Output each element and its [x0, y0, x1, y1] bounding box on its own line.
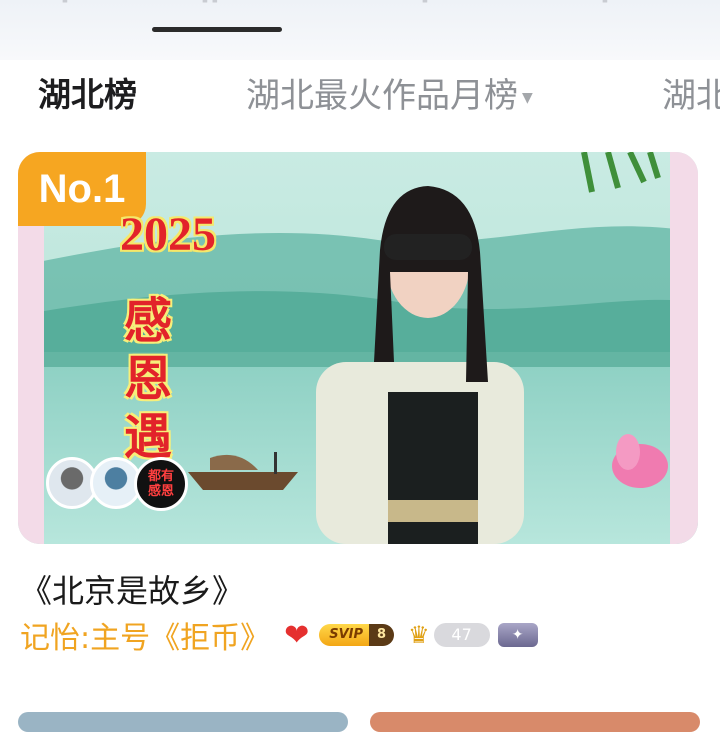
svip-badge: SVIP 8 [319, 624, 395, 646]
thumbnail-year-text: 2025 [120, 208, 216, 261]
top-tab-3[interactable]: · [420, 0, 430, 16]
heart-icon: ❤ [284, 617, 310, 653]
sub-tab-hubei-list[interactable]: 湖北榜 [38, 68, 137, 116]
dropdown-caret-icon: ▼ [522, 89, 533, 106]
feed-card-2-peek[interactable] [18, 712, 348, 732]
crown-icon: ♛ [408, 621, 430, 649]
top-nav-bar: · ·· · · [0, 0, 720, 60]
song-title[interactable]: 《北京是故乡》 [20, 566, 244, 612]
svip-level: 8 [369, 624, 395, 646]
fan-level-badge: 47 [433, 623, 490, 647]
feed-card-3-peek[interactable] [370, 712, 700, 732]
svip-label: SVIP [319, 624, 370, 646]
sub-tab-cutoff[interactable]: 湖北 [662, 68, 720, 117]
author-row: 记怡:主号《拒币》 ❤ SVIP 8 ♛ 47 ✦ [20, 612, 538, 658]
top-tab-4[interactable]: · [600, 0, 610, 16]
top-tab-1[interactable]: · [60, 0, 70, 16]
sub-tab-monthly-dropdown[interactable]: 湖北最火作品月榜 ▼ [246, 68, 533, 117]
sub-tab-bar: 湖北榜 湖北最火作品月榜 ▼ 湖北 [0, 62, 720, 118]
avatar-3[interactable]: 都有 感恩 [134, 457, 188, 511]
shield-badge-icon: ✦ [497, 623, 538, 647]
feed-card-1[interactable]: No.1 2025 感恩遇 都有 感恩 [18, 152, 698, 544]
sub-tab-monthly-label: 湖北最火作品月榜 [246, 76, 518, 116]
author-name[interactable]: 记怡:主号《拒币》 [20, 613, 270, 657]
top-tab-2[interactable]: ·· [200, 0, 220, 16]
thumbnail-vertical-title: 感恩遇 [124, 293, 173, 465]
active-tab-indicator [152, 27, 282, 32]
